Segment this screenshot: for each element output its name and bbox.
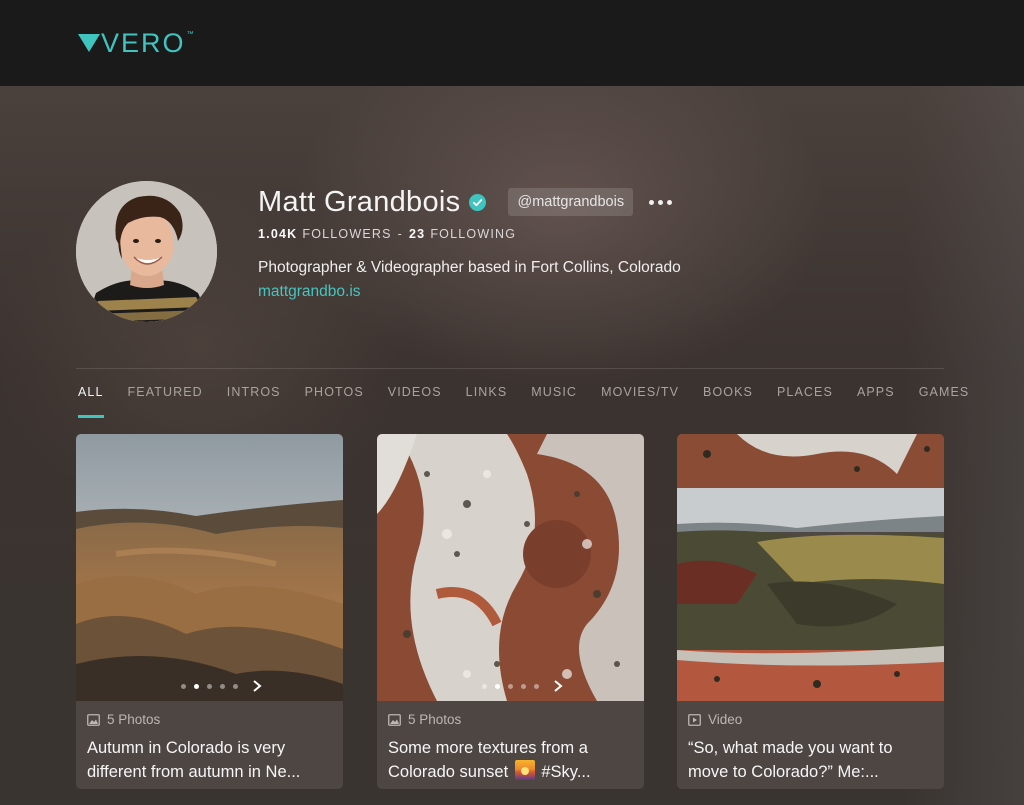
landscape-photo: [76, 434, 343, 701]
carousel-dot: [482, 684, 487, 689]
profile-handle: @mattgrandbois: [508, 188, 634, 216]
carousel-dot: [207, 684, 212, 689]
vero-v-icon: [78, 34, 100, 52]
tab-movies-tv[interactable]: MOVIES/TV: [601, 385, 679, 417]
carousel-dot-active: [495, 684, 500, 689]
photo-icon: [388, 713, 401, 726]
dot-icon: [658, 199, 664, 205]
post-type-label: 5 Photos: [408, 712, 462, 727]
tab-music[interactable]: MUSIC: [531, 385, 577, 417]
following-count: 23: [409, 227, 426, 241]
post-image: [677, 434, 944, 701]
following-label: FOLLOWING: [430, 227, 517, 241]
avatar: [76, 181, 217, 322]
post-meta: Video “So, what made you want to move to…: [677, 701, 944, 789]
tab-featured[interactable]: FEATURED: [128, 385, 203, 417]
post-image: [377, 434, 644, 701]
aerial-texture-photo: [377, 434, 644, 701]
photo-icon: [87, 713, 100, 726]
tab-games[interactable]: GAMES: [919, 385, 970, 417]
following-link[interactable]: 23 FOLLOWING: [409, 227, 516, 241]
logo-wordmark: VERO: [101, 28, 186, 58]
tab-all[interactable]: ALL: [78, 385, 104, 418]
post-image: [76, 434, 343, 701]
dot-icon: [649, 199, 655, 205]
chevron-right-icon[interactable]: [251, 679, 263, 693]
profile-bio: Photographer & Videographer based in For…: [258, 259, 681, 276]
profile-header: Matt Grandbois @mattgrandbois: [258, 183, 674, 221]
verified-badge-icon: [469, 193, 487, 211]
tab-photos[interactable]: PHOTOS: [305, 385, 364, 417]
dot-icon: [667, 199, 673, 205]
followers-label: FOLLOWERS: [302, 227, 392, 241]
chevron-right-icon[interactable]: [552, 679, 564, 693]
top-bar: VERO ™: [0, 0, 1024, 86]
post-type-label: Video: [708, 712, 743, 727]
post-type: 5 Photos: [87, 711, 332, 728]
followers-count: 1.04K: [258, 227, 298, 241]
post-meta: 5 Photos Autumn in Colorado is very diff…: [76, 701, 343, 789]
tab-books[interactable]: BOOKS: [703, 385, 753, 417]
tab-places[interactable]: PLACES: [777, 385, 833, 417]
profile-name: Matt Grandbois: [258, 185, 461, 218]
profile-photo: [76, 181, 217, 322]
carousel-dot: [508, 684, 513, 689]
carousel-dot: [521, 684, 526, 689]
post-title: Autumn in Colorado is very different fro…: [87, 739, 301, 781]
post-title-hashtag: #Sky...: [541, 763, 591, 781]
carousel-indicator: [377, 684, 644, 689]
carousel-dot-active: [194, 684, 199, 689]
post-card[interactable]: 5 Photos Some more textures from a Color…: [377, 434, 644, 789]
post-type-label: 5 Photos: [107, 712, 161, 727]
followers-link[interactable]: 1.04K FOLLOWERS: [258, 227, 392, 241]
stats-separator: -: [397, 227, 404, 241]
profile-website-link[interactable]: mattgrandbo.is: [258, 283, 361, 301]
video-thumbnail: [677, 434, 944, 701]
post-title: “So, what made you want to move to Color…: [688, 739, 893, 781]
trademark-mark: ™: [186, 31, 194, 38]
tab-intros[interactable]: INTROS: [227, 385, 281, 417]
profile-stats: 1.04K FOLLOWERS - 23 FOLLOWING: [258, 227, 516, 241]
video-icon: [688, 713, 701, 726]
carousel-dot: [233, 684, 238, 689]
tab-videos[interactable]: VIDEOS: [388, 385, 442, 417]
vero-logo[interactable]: VERO ™: [78, 29, 194, 57]
post-title: Some more textures from a Colorado sunse…: [388, 736, 633, 784]
post-card[interactable]: Video “So, what made you want to move to…: [677, 434, 944, 789]
section-divider: [76, 368, 944, 369]
tab-links[interactable]: LINKS: [466, 385, 508, 417]
post-card[interactable]: 5 Photos Autumn in Colorado is very diff…: [76, 434, 343, 789]
carousel-dot: [181, 684, 186, 689]
carousel-indicator: [76, 684, 343, 689]
post-type: Video: [688, 711, 933, 728]
more-options-button[interactable]: [647, 192, 674, 212]
post-type: 5 Photos: [388, 711, 633, 728]
carousel-dot: [534, 684, 539, 689]
tab-apps[interactable]: APPS: [857, 385, 895, 417]
carousel-dot: [220, 684, 225, 689]
post-meta: 5 Photos Some more textures from a Color…: [377, 701, 644, 789]
collection-tabs: ALL FEATURED INTROS PHOTOS VIDEOS LINKS …: [78, 385, 970, 418]
sunset-emoji-icon: [514, 760, 535, 780]
